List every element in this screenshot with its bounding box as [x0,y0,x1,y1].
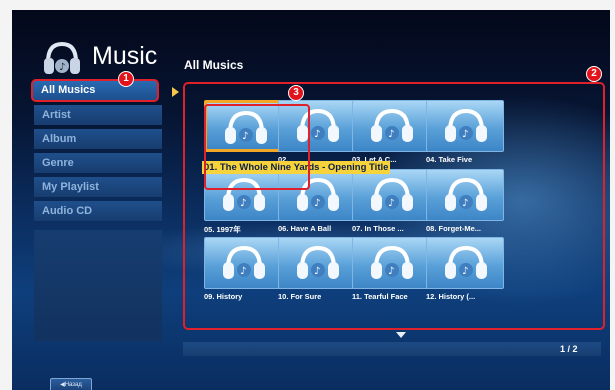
track-thumbnail: ♪ [278,237,356,289]
sidebar-item-label: Audio CD [42,205,93,217]
track-thumbnail: ♪ [204,237,282,289]
back-button[interactable]: ◀Назад [50,378,92,390]
app-title: Music [92,42,158,70]
track-title: 09. History [204,292,243,301]
selection-arrow-icon [172,87,179,97]
track-title: 06. Have A Ball [278,224,332,233]
track-thumbnail: ♪ [352,100,430,152]
svg-text:♪: ♪ [388,198,394,209]
sidebar-item-label: Album [42,133,77,145]
track-title: 12. History (... [426,292,476,301]
headphones-logo-icon: ♪ [40,36,84,80]
sidebar-item-audio-cd[interactable]: Audio CD [34,201,162,221]
pagination-bar [183,342,601,356]
sidebar-item-my-playlist[interactable]: My Playlist [34,177,162,197]
track-tile[interactable]: ♪ 10. For Sure [278,237,356,307]
sidebar-item-genre[interactable]: Genre [34,153,162,173]
track-tile[interactable]: ♪ 11. Tearful Face [352,237,430,307]
svg-text:♪: ♪ [240,198,246,209]
svg-text:♪: ♪ [388,129,394,140]
headphones-icon: ♪ [445,108,487,142]
svg-text:♪: ♪ [314,129,320,140]
sidebar-item-label: My Playlist [42,181,99,193]
media-player-screen: ♪ Music All Musics All Musics Artist Alb… [12,10,610,390]
track-thumbnail: ♪ [352,169,430,221]
track-tile[interactable]: ♪ 04. Take Five [426,100,504,170]
track-tile[interactable]: ♪ 12. History (... [426,237,504,307]
svg-text:♪: ♪ [462,198,468,209]
track-tile[interactable]: ♪ 03. Let A C... [352,100,430,170]
focus-highlight-box [204,104,310,190]
track-tile[interactable]: ♪ 07. In Those ... [352,169,430,239]
svg-text:♪: ♪ [388,266,394,277]
svg-text:♪: ♪ [240,266,246,277]
sidebar-item-all-musics[interactable]: All Musics [31,79,159,102]
sidebar-item-label: Genre [42,157,74,169]
svg-text:♪: ♪ [314,198,320,209]
annotation-marker-1: 1 [118,71,134,87]
sidebar-background [34,230,162,341]
section-title: All Musics [184,58,244,72]
sidebar-item-artist[interactable]: Artist [34,105,162,125]
sidebar-item-label: All Musics [41,84,96,96]
svg-text:♪: ♪ [314,266,320,277]
annotation-marker-2: 2 [586,66,602,82]
screenshot-frame: ♪ Music All Musics All Musics Artist Alb… [0,0,615,390]
track-thumbnail: ♪ [352,237,430,289]
track-title: 11. Tearful Face [352,292,408,301]
sidebar-item-album[interactable]: Album [34,129,162,149]
headphones-icon: ♪ [371,245,413,279]
sidebar-menu: All Musics Artist Album Genre My Playlis… [31,79,179,225]
headphones-icon: ♪ [445,245,487,279]
headphones-icon: ♪ [371,177,413,211]
track-thumbnail: ♪ [426,169,504,221]
track-thumbnail: ♪ [426,100,504,152]
down-arrow-icon[interactable] [396,332,406,338]
annotation-marker-3: 3 [288,85,304,101]
headphones-icon: ♪ [297,245,339,279]
svg-text:♪: ♪ [462,129,468,140]
page-indicator: 1 / 2 [560,344,578,354]
track-thumbnail: ♪ [426,237,504,289]
track-title: 05. 1997年 [204,225,241,234]
track-tile[interactable]: ♪ 09. History [204,237,282,307]
headphones-icon: ♪ [371,108,413,142]
svg-text:♪: ♪ [59,62,65,73]
headphones-icon: ♪ [445,177,487,211]
headphones-icon: ♪ [223,245,265,279]
track-title: 10. For Sure [278,292,322,301]
track-title: 04. Take Five [426,155,473,164]
sidebar-item-label: Artist [42,109,71,121]
track-title: 07. In Those ... [352,224,404,233]
track-tile[interactable]: ♪ 08. Forget-Me... [426,169,504,239]
track-title: 08. Forget-Me... [426,224,482,233]
svg-text:♪: ♪ [462,266,468,277]
